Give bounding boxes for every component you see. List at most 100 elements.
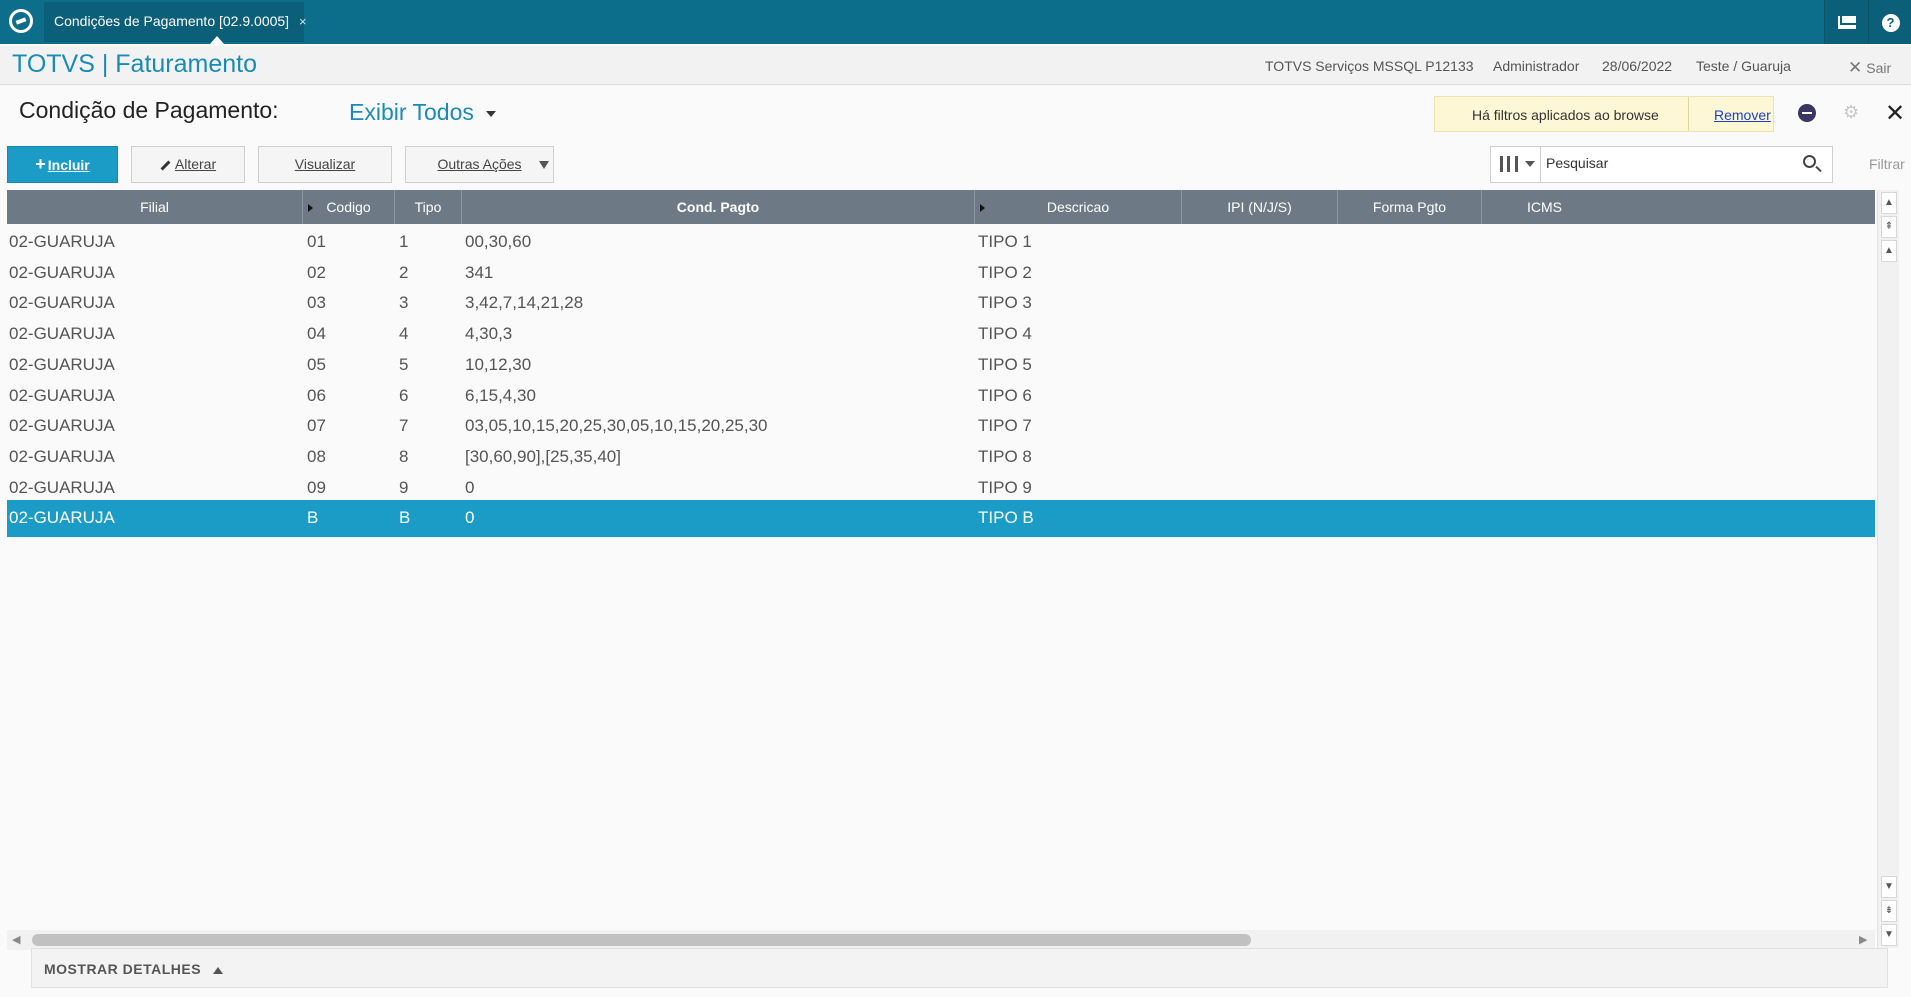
cell-cond: [30,60,90],[25,35,40] <box>465 446 621 466</box>
edit-button[interactable]: Alterar <box>131 146 245 183</box>
cell-codigo: 05 <box>307 354 326 374</box>
show-details-text: MOSTRAR DETALHES <box>44 961 202 977</box>
cell-tipo: 2 <box>399 262 409 282</box>
view-filter-dropdown[interactable]: Exibir Todos <box>349 99 496 126</box>
remove-filter-link[interactable]: Remover <box>1714 107 1771 123</box>
dropdown-arrow-icon <box>1525 161 1535 167</box>
mail-icon <box>1837 16 1856 30</box>
cell-descricao: TIPO 2 <box>978 262 1032 282</box>
more-actions-button[interactable]: Outras Ações <box>405 146 554 183</box>
row-marker-icon <box>980 204 985 212</box>
column-header-descricao[interactable]: Descricao <box>975 190 1182 224</box>
column-header-descricao-label: Descricao <box>1046 199 1110 215</box>
add-button-label: Incluir <box>47 157 90 173</box>
show-details-toggle[interactable]: MOSTRAR DETALHES <box>31 948 1888 988</box>
cell-filial: 02-GUARUJA <box>9 477 115 497</box>
search-input[interactable] <box>1546 155 1786 171</box>
tab-condicoes-pagamento[interactable]: Condições de Pagamento [02.9.0005] × <box>44 2 307 44</box>
column-header-cond-pagto[interactable]: Cond. Pagto <box>462 190 975 224</box>
top-bar: Condições de Pagamento [02.9.0005] × ? <box>0 0 1911 44</box>
horizontal-scrollbar[interactable]: ◀ ▶ <box>7 930 1875 950</box>
horizontal-scroll-thumb[interactable] <box>32 934 1251 946</box>
help-button[interactable]: ? <box>1868 0 1911 44</box>
tab-close-icon[interactable]: × <box>299 14 307 29</box>
gear-icon[interactable]: ⚙ <box>1843 103 1861 121</box>
cell-tipo: 3 <box>399 293 409 313</box>
chevron-up-icon <box>213 966 224 974</box>
cell-descricao: TIPO 9 <box>978 477 1032 497</box>
table-row[interactable]: 02-GUARUJA B B 0 TIPO B <box>7 500 1875 538</box>
column-header-forma-pgto[interactable]: Forma Pgto <box>1338 190 1482 224</box>
search-icon[interactable] <box>1803 155 1816 168</box>
view-button-label: Visualizar <box>294 156 356 172</box>
cell-cond: 3,42,7,14,21,28 <box>465 293 584 313</box>
page-up-icon[interactable]: ⇞ <box>1881 216 1897 238</box>
view-filter-label: Exibir Todos <box>349 99 474 125</box>
cell-cond: 0 <box>465 508 475 528</box>
scroll-right-icon[interactable]: ▶ <box>1859 933 1867 946</box>
columns-button[interactable] <box>1491 147 1541 182</box>
cell-codigo: 01 <box>307 232 326 251</box>
cell-codigo: 04 <box>307 324 326 344</box>
column-header-icms[interactable]: ICMS <box>1482 190 1875 224</box>
scroll-up-icon[interactable]: ▲ <box>1881 192 1897 214</box>
cell-filial: 02-GUARUJA <box>9 354 115 374</box>
scroll-top-icon[interactable]: ▲ <box>1881 240 1897 262</box>
grid-body: 02-GUARUJA 01 1 00,30,60 TIPO 1 02-GUARUJA 02 2… <box>7 224 1875 929</box>
exit-label: Sair <box>1866 60 1892 76</box>
cell-descricao: TIPO 8 <box>978 446 1032 466</box>
environment-info: Teste / Guaruja <box>1696 58 1791 74</box>
column-header-tipo[interactable]: Tipo <box>395 190 462 224</box>
cell-codigo: 07 <box>307 416 326 436</box>
cell-descricao: TIPO 5 <box>978 354 1032 374</box>
exit-button[interactable]: ✕ Sair <box>1848 58 1891 78</box>
row-marker-icon <box>308 204 313 212</box>
cell-filial: 02-GUARUJA <box>9 293 115 313</box>
cell-cond: 00,30,60 <box>465 232 532 251</box>
app-header: TOTVS | Faturamento TOTVS Serviços MSSQL… <box>0 46 1911 85</box>
minus-circle-icon[interactable] <box>1798 104 1816 122</box>
cell-tipo: 8 <box>399 446 409 466</box>
page-title: Condição de Pagamento: <box>19 97 279 123</box>
cell-descricao: TIPO 6 <box>978 385 1032 405</box>
cell-tipo: 1 <box>399 232 409 251</box>
cell-descricao: TIPO 7 <box>978 416 1032 436</box>
cell-descricao: TIPO B <box>978 508 1034 528</box>
chevron-down-icon <box>485 110 496 117</box>
add-button[interactable]: + Incluir <box>7 146 118 183</box>
cell-cond: 0 <box>465 477 475 497</box>
cell-descricao: TIPO 3 <box>978 293 1032 313</box>
app-title: TOTVS | Faturamento <box>12 50 258 78</box>
cell-filial: 02-GUARUJA <box>9 416 115 436</box>
column-header-ipi[interactable]: IPI (N/J/S) <box>1182 190 1338 224</box>
mail-button[interactable] <box>1824 0 1868 44</box>
divider <box>1688 97 1689 131</box>
scroll-bottom-icon[interactable]: ▼ <box>1881 924 1897 946</box>
cell-filial: 02-GUARUJA <box>9 508 115 528</box>
view-button[interactable]: Visualizar <box>258 146 392 183</box>
cell-filial: 02-GUARUJA <box>9 385 115 405</box>
cell-filial: 02-GUARUJA <box>9 324 115 344</box>
close-icon[interactable]: ✕ <box>1885 99 1905 128</box>
vertical-scrollbar[interactable]: ▲ ⇞ ▲ ▼ ⇟ ▼ <box>1877 190 1899 948</box>
edit-button-label: Alterar <box>174 156 217 172</box>
exit-close-icon: ✕ <box>1848 58 1863 77</box>
cell-descricao: TIPO 1 <box>978 232 1032 251</box>
cell-tipo: 6 <box>399 385 409 405</box>
scroll-down-icon[interactable]: ▼ <box>1881 876 1897 898</box>
cell-cond: 10,12,30 <box>465 354 532 374</box>
page-down-icon[interactable]: ⇟ <box>1881 900 1897 922</box>
column-header-codigo[interactable]: Codigo <box>303 190 395 224</box>
cell-cond: 4,30,3 <box>465 324 513 344</box>
filter-button[interactable]: Filtrar <box>1869 156 1905 172</box>
cell-tipo: B <box>399 508 411 528</box>
column-header-filial[interactable]: Filial <box>7 190 303 224</box>
more-actions-label: Outras Ações <box>437 156 522 172</box>
cell-codigo: 09 <box>307 477 326 497</box>
scroll-left-icon[interactable]: ◀ <box>12 933 20 946</box>
cell-tipo: 9 <box>399 477 409 497</box>
cell-codigo: 03 <box>307 293 326 313</box>
dropdown-arrow-icon <box>539 161 549 169</box>
cell-cond: 03,05,10,15,20,25,30,05,10,15,20,25,30 <box>465 416 768 436</box>
cell-filial: 02-GUARUJA <box>9 446 115 466</box>
